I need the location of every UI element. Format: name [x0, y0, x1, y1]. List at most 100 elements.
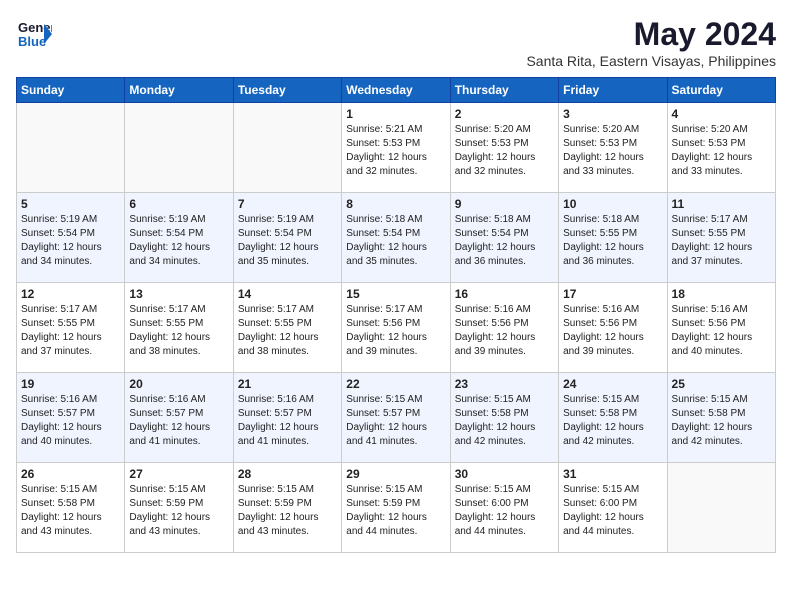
day-number: 24 [563, 377, 662, 391]
day-number: 3 [563, 107, 662, 121]
day-info: Sunrise: 5:16 AM Sunset: 5:57 PM Dayligh… [238, 393, 337, 449]
calendar-cell: 27 Sunrise: 5:15 AM Sunset: 5:59 PM Dayli… [125, 463, 233, 553]
day-info: Sunrise: 5:18 AM Sunset: 5:54 PM Dayligh… [455, 213, 554, 269]
calendar-header-row: SundayMondayTuesdayWednesdayThursdayFrid… [17, 78, 776, 103]
calendar-cell [233, 103, 341, 193]
calendar-cell: 18Sunrise: 5:16 AM Sunset: 5:56 PM Dayli… [667, 283, 775, 373]
calendar-cell: 7 Sunrise: 5:19 AM Sunset: 5:54 PM Daylig… [233, 193, 341, 283]
day-header-friday: Friday [559, 78, 667, 103]
calendar-cell: 21 Sunrise: 5:16 AM Sunset: 5:57 PM Dayli… [233, 373, 341, 463]
week-row-3: 12Sunrise: 5:17 AM Sunset: 5:55 PM Dayli… [17, 283, 776, 373]
day-number: 28 [238, 467, 337, 481]
day-number: 11 [672, 197, 771, 211]
day-info: Sunrise: 5:15 AM Sunset: 5:58 PM Dayligh… [672, 393, 771, 449]
calendar-cell [667, 463, 775, 553]
day-number: 15 [346, 287, 445, 301]
day-info: Sunrise: 5:18 AM Sunset: 5:54 PM Dayligh… [346, 213, 445, 269]
logo: General Blue [16, 16, 52, 52]
calendar-cell: 2 Sunrise: 5:20 AM Sunset: 5:53 PM Daylig… [450, 103, 558, 193]
page-header: General Blue May 2024 Santa Rita, Easter… [16, 16, 776, 69]
week-row-5: 26 Sunrise: 5:15 AM Sunset: 5:58 PM Dayli… [17, 463, 776, 553]
week-row-4: 19 Sunrise: 5:16 AM Sunset: 5:57 PM Dayli… [17, 373, 776, 463]
calendar-cell: 1 Sunrise: 5:21 AM Sunset: 5:53 PM Daylig… [342, 103, 450, 193]
calendar-cell: 16 Sunrise: 5:16 AM Sunset: 5:56 PM Dayli… [450, 283, 558, 373]
day-number: 31 [563, 467, 662, 481]
day-number: 26 [21, 467, 120, 481]
day-info: Sunrise: 5:15 AM Sunset: 5:59 PM Dayligh… [129, 483, 228, 539]
day-number: 27 [129, 467, 228, 481]
day-number: 30 [455, 467, 554, 481]
day-number: 8 [346, 197, 445, 211]
calendar-cell: 4 Sunrise: 5:20 AM Sunset: 5:53 PM Daylig… [667, 103, 775, 193]
calendar-cell: 12Sunrise: 5:17 AM Sunset: 5:55 PM Dayli… [17, 283, 125, 373]
calendar-cell: 6 Sunrise: 5:19 AM Sunset: 5:54 PM Daylig… [125, 193, 233, 283]
day-info: Sunrise: 5:17 AM Sunset: 5:55 PM Dayligh… [672, 213, 771, 269]
calendar-cell: 28 Sunrise: 5:15 AM Sunset: 5:59 PM Dayli… [233, 463, 341, 553]
calendar-cell: 29Sunrise: 5:15 AM Sunset: 5:59 PM Dayli… [342, 463, 450, 553]
svg-text:Blue: Blue [18, 34, 46, 49]
day-number: 13 [129, 287, 228, 301]
day-info: Sunrise: 5:15 AM Sunset: 5:58 PM Dayligh… [21, 483, 120, 539]
day-number: 17 [563, 287, 662, 301]
calendar-cell [125, 103, 233, 193]
day-number: 16 [455, 287, 554, 301]
day-info: Sunrise: 5:15 AM Sunset: 5:57 PM Dayligh… [346, 393, 445, 449]
week-row-2: 5 Sunrise: 5:19 AM Sunset: 5:54 PM Daylig… [17, 193, 776, 283]
calendar-cell: 5 Sunrise: 5:19 AM Sunset: 5:54 PM Daylig… [17, 193, 125, 283]
day-header-tuesday: Tuesday [233, 78, 341, 103]
day-number: 19 [21, 377, 120, 391]
calendar-cell: 22 Sunrise: 5:15 AM Sunset: 5:57 PM Dayli… [342, 373, 450, 463]
day-number: 5 [21, 197, 120, 211]
day-number: 18 [672, 287, 771, 301]
month-title: May 2024 [526, 16, 776, 53]
day-header-sunday: Sunday [17, 78, 125, 103]
day-info: Sunrise: 5:15 AM Sunset: 5:59 PM Dayligh… [238, 483, 337, 539]
day-info: Sunrise: 5:18 AM Sunset: 5:55 PM Dayligh… [563, 213, 662, 269]
day-info: Sunrise: 5:15 AM Sunset: 6:00 PM Dayligh… [563, 483, 662, 539]
title-block: May 2024 Santa Rita, Eastern Visayas, Ph… [526, 16, 776, 69]
calendar-cell: 9Sunrise: 5:18 AM Sunset: 5:54 PM Daylig… [450, 193, 558, 283]
calendar-cell: 25 Sunrise: 5:15 AM Sunset: 5:58 PM Dayli… [667, 373, 775, 463]
day-number: 1 [346, 107, 445, 121]
day-number: 22 [346, 377, 445, 391]
day-info: Sunrise: 5:19 AM Sunset: 5:54 PM Dayligh… [238, 213, 337, 269]
day-number: 25 [672, 377, 771, 391]
calendar-cell: 26 Sunrise: 5:15 AM Sunset: 5:58 PM Dayli… [17, 463, 125, 553]
calendar-cell: 23Sunrise: 5:15 AM Sunset: 5:58 PM Dayli… [450, 373, 558, 463]
day-number: 4 [672, 107, 771, 121]
calendar-cell: 15 Sunrise: 5:17 AM Sunset: 5:56 PM Dayli… [342, 283, 450, 373]
calendar-cell: 20Sunrise: 5:16 AM Sunset: 5:57 PM Dayli… [125, 373, 233, 463]
calendar-cell: 11 Sunrise: 5:17 AM Sunset: 5:55 PM Dayli… [667, 193, 775, 283]
day-number: 23 [455, 377, 554, 391]
calendar-cell: 8 Sunrise: 5:18 AM Sunset: 5:54 PM Daylig… [342, 193, 450, 283]
location: Santa Rita, Eastern Visayas, Philippines [526, 53, 776, 69]
calendar-cell: 13 Sunrise: 5:17 AM Sunset: 5:55 PM Dayli… [125, 283, 233, 373]
day-info: Sunrise: 5:17 AM Sunset: 5:56 PM Dayligh… [346, 303, 445, 359]
week-row-1: 1 Sunrise: 5:21 AM Sunset: 5:53 PM Daylig… [17, 103, 776, 193]
calendar-cell: 3 Sunrise: 5:20 AM Sunset: 5:53 PM Daylig… [559, 103, 667, 193]
calendar-cell: 17Sunrise: 5:16 AM Sunset: 5:56 PM Dayli… [559, 283, 667, 373]
calendar-cell: 31 Sunrise: 5:15 AM Sunset: 6:00 PM Dayli… [559, 463, 667, 553]
calendar-body: 1 Sunrise: 5:21 AM Sunset: 5:53 PM Daylig… [17, 103, 776, 553]
day-info: Sunrise: 5:20 AM Sunset: 5:53 PM Dayligh… [672, 123, 771, 179]
day-info: Sunrise: 5:17 AM Sunset: 5:55 PM Dayligh… [129, 303, 228, 359]
calendar-cell: 30Sunrise: 5:15 AM Sunset: 6:00 PM Dayli… [450, 463, 558, 553]
calendar-cell: 14 Sunrise: 5:17 AM Sunset: 5:55 PM Dayli… [233, 283, 341, 373]
day-info: Sunrise: 5:20 AM Sunset: 5:53 PM Dayligh… [563, 123, 662, 179]
calendar-cell: 19Sunrise: 5:16 AM Sunset: 5:57 PM Dayli… [17, 373, 125, 463]
calendar-cell: 24Sunrise: 5:15 AM Sunset: 5:58 PM Dayli… [559, 373, 667, 463]
day-info: Sunrise: 5:16 AM Sunset: 5:56 PM Dayligh… [455, 303, 554, 359]
day-info: Sunrise: 5:20 AM Sunset: 5:53 PM Dayligh… [455, 123, 554, 179]
day-info: Sunrise: 5:19 AM Sunset: 5:54 PM Dayligh… [129, 213, 228, 269]
day-number: 2 [455, 107, 554, 121]
day-info: Sunrise: 5:19 AM Sunset: 5:54 PM Dayligh… [21, 213, 120, 269]
day-info: Sunrise: 5:21 AM Sunset: 5:53 PM Dayligh… [346, 123, 445, 179]
day-number: 14 [238, 287, 337, 301]
day-number: 7 [238, 197, 337, 211]
day-number: 21 [238, 377, 337, 391]
day-header-wednesday: Wednesday [342, 78, 450, 103]
day-info: Sunrise: 5:15 AM Sunset: 5:59 PM Dayligh… [346, 483, 445, 539]
day-number: 6 [129, 197, 228, 211]
day-info: Sunrise: 5:17 AM Sunset: 5:55 PM Dayligh… [238, 303, 337, 359]
day-number: 20 [129, 377, 228, 391]
